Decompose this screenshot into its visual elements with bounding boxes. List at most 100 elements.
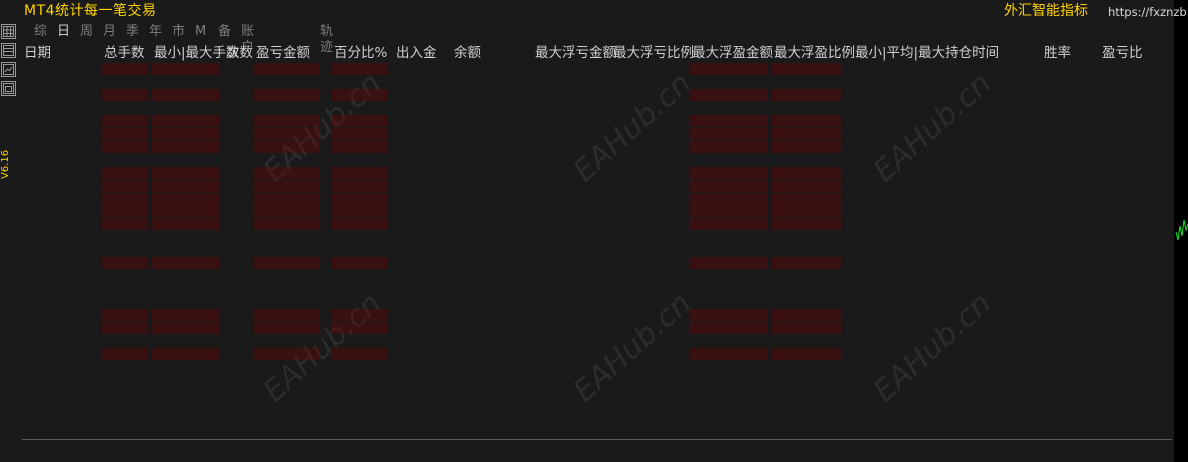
watermark: EAHub.cn	[866, 65, 999, 190]
gain-highlight	[152, 128, 220, 140]
gain-highlight	[690, 205, 768, 217]
gain-highlight	[332, 257, 388, 269]
gain-highlight	[152, 115, 220, 127]
tab-year[interactable]: 年	[149, 24, 162, 40]
column-header: 最大浮亏金额	[535, 45, 616, 61]
gain-highlight	[332, 115, 388, 127]
gain-highlight	[690, 128, 768, 140]
tab-day[interactable]: 日	[57, 24, 70, 40]
gain-highlight	[772, 141, 842, 153]
gain-highlight	[772, 180, 842, 192]
tab-week[interactable]: 周	[80, 24, 93, 40]
column-header: 日期	[24, 45, 51, 61]
gain-highlight	[332, 167, 388, 179]
column-header: 百分比%	[334, 45, 388, 61]
gain-highlight	[102, 218, 148, 230]
gain-highlight	[254, 180, 320, 192]
gain-highlight	[690, 115, 768, 127]
gain-highlight	[102, 257, 148, 269]
column-header: 最大浮盈金额	[692, 45, 773, 61]
gain-highlight	[152, 322, 220, 334]
app-title: MT4统计每一笔交易	[24, 3, 157, 19]
column-header: 余额	[454, 45, 481, 61]
tab-market[interactable]: 市	[172, 24, 185, 40]
gain-highlight	[332, 322, 388, 334]
gain-highlight	[772, 193, 842, 205]
gain-highlight	[254, 63, 320, 75]
gain-highlight	[254, 205, 320, 217]
gain-highlight	[102, 205, 148, 217]
gain-highlight	[152, 167, 220, 179]
gain-highlight	[332, 205, 388, 217]
gain-highlight	[254, 322, 320, 334]
column-header: 总手数	[104, 45, 145, 61]
window-icon[interactable]	[1, 81, 16, 96]
gain-highlight	[254, 141, 320, 153]
gain-highlight	[690, 141, 768, 153]
gain-highlight	[690, 348, 768, 360]
gain-highlight	[102, 128, 148, 140]
tab-overview[interactable]: 综	[34, 24, 47, 40]
gain-highlight	[152, 63, 220, 75]
gain-highlight	[690, 218, 768, 230]
gain-highlight	[102, 348, 148, 360]
gain-highlight	[772, 115, 842, 127]
column-header: 盈亏金额	[256, 45, 310, 61]
totals-divider	[22, 439, 1172, 440]
gain-highlight	[254, 89, 320, 101]
gain-highlight	[690, 180, 768, 192]
gain-highlight	[152, 180, 220, 192]
gain-highlight	[772, 89, 842, 101]
gain-highlight	[254, 193, 320, 205]
brand-url[interactable]: https://fxznzb.	[1108, 2, 1188, 22]
gain-highlight	[690, 167, 768, 179]
gain-highlight	[332, 63, 388, 75]
gain-highlight	[332, 89, 388, 101]
column-header: 最小|平均|最大持仓时间	[855, 45, 1000, 61]
gain-highlight	[772, 257, 842, 269]
column-header: 盈亏比	[1102, 45, 1143, 61]
price-line	[1175, 219, 1188, 241]
grid-icon[interactable]	[1, 24, 16, 39]
column-header: 出入金	[396, 45, 437, 61]
tab-magic[interactable]: M	[195, 24, 206, 40]
column-header: 最大浮盈比例	[774, 45, 855, 61]
column-header: 胜率	[1044, 45, 1071, 61]
gain-highlight	[690, 63, 768, 75]
watermark: EAHub.cn	[866, 285, 999, 410]
gain-highlight	[690, 193, 768, 205]
gain-highlight	[690, 89, 768, 101]
gain-highlight	[102, 180, 148, 192]
gain-highlight	[690, 309, 768, 321]
tab-note[interactable]: 备	[218, 24, 231, 40]
chart-icon[interactable]	[1, 62, 16, 77]
gain-highlight	[254, 309, 320, 321]
gain-highlight	[152, 218, 220, 230]
gain-highlight	[332, 180, 388, 192]
gain-highlight	[102, 141, 148, 153]
gain-highlight	[254, 218, 320, 230]
gain-highlight	[152, 205, 220, 217]
gain-highlight	[332, 348, 388, 360]
gain-highlight	[254, 348, 320, 360]
table-icon[interactable]	[1, 43, 16, 58]
tab-quarter[interactable]: 季	[126, 24, 139, 40]
version-label: V6.16	[0, 149, 11, 179]
gain-highlight	[772, 128, 842, 140]
title-bar: MT4统计每一笔交易 外汇智能指标 https://fxznzb.	[0, 0, 1188, 22]
tab-track[interactable]: 轨迹	[320, 24, 333, 55]
tab-account[interactable]: 账户	[241, 24, 254, 55]
gain-highlight	[332, 193, 388, 205]
gain-highlight	[772, 218, 842, 230]
column-header: 最大浮亏比例	[613, 45, 694, 61]
gain-highlight	[772, 167, 842, 179]
gain-highlight	[102, 309, 148, 321]
gain-highlight	[772, 205, 842, 217]
tab-month[interactable]: 月	[103, 24, 116, 40]
gain-highlight	[332, 309, 388, 321]
brand-name: 外汇智能指标	[1004, 3, 1088, 19]
gain-highlight	[254, 167, 320, 179]
statistics-panel: MT4统计每一笔交易 外汇智能指标 https://fxznzb. V6.16 …	[0, 0, 1188, 462]
gain-highlight	[332, 128, 388, 140]
gain-highlight	[254, 257, 320, 269]
